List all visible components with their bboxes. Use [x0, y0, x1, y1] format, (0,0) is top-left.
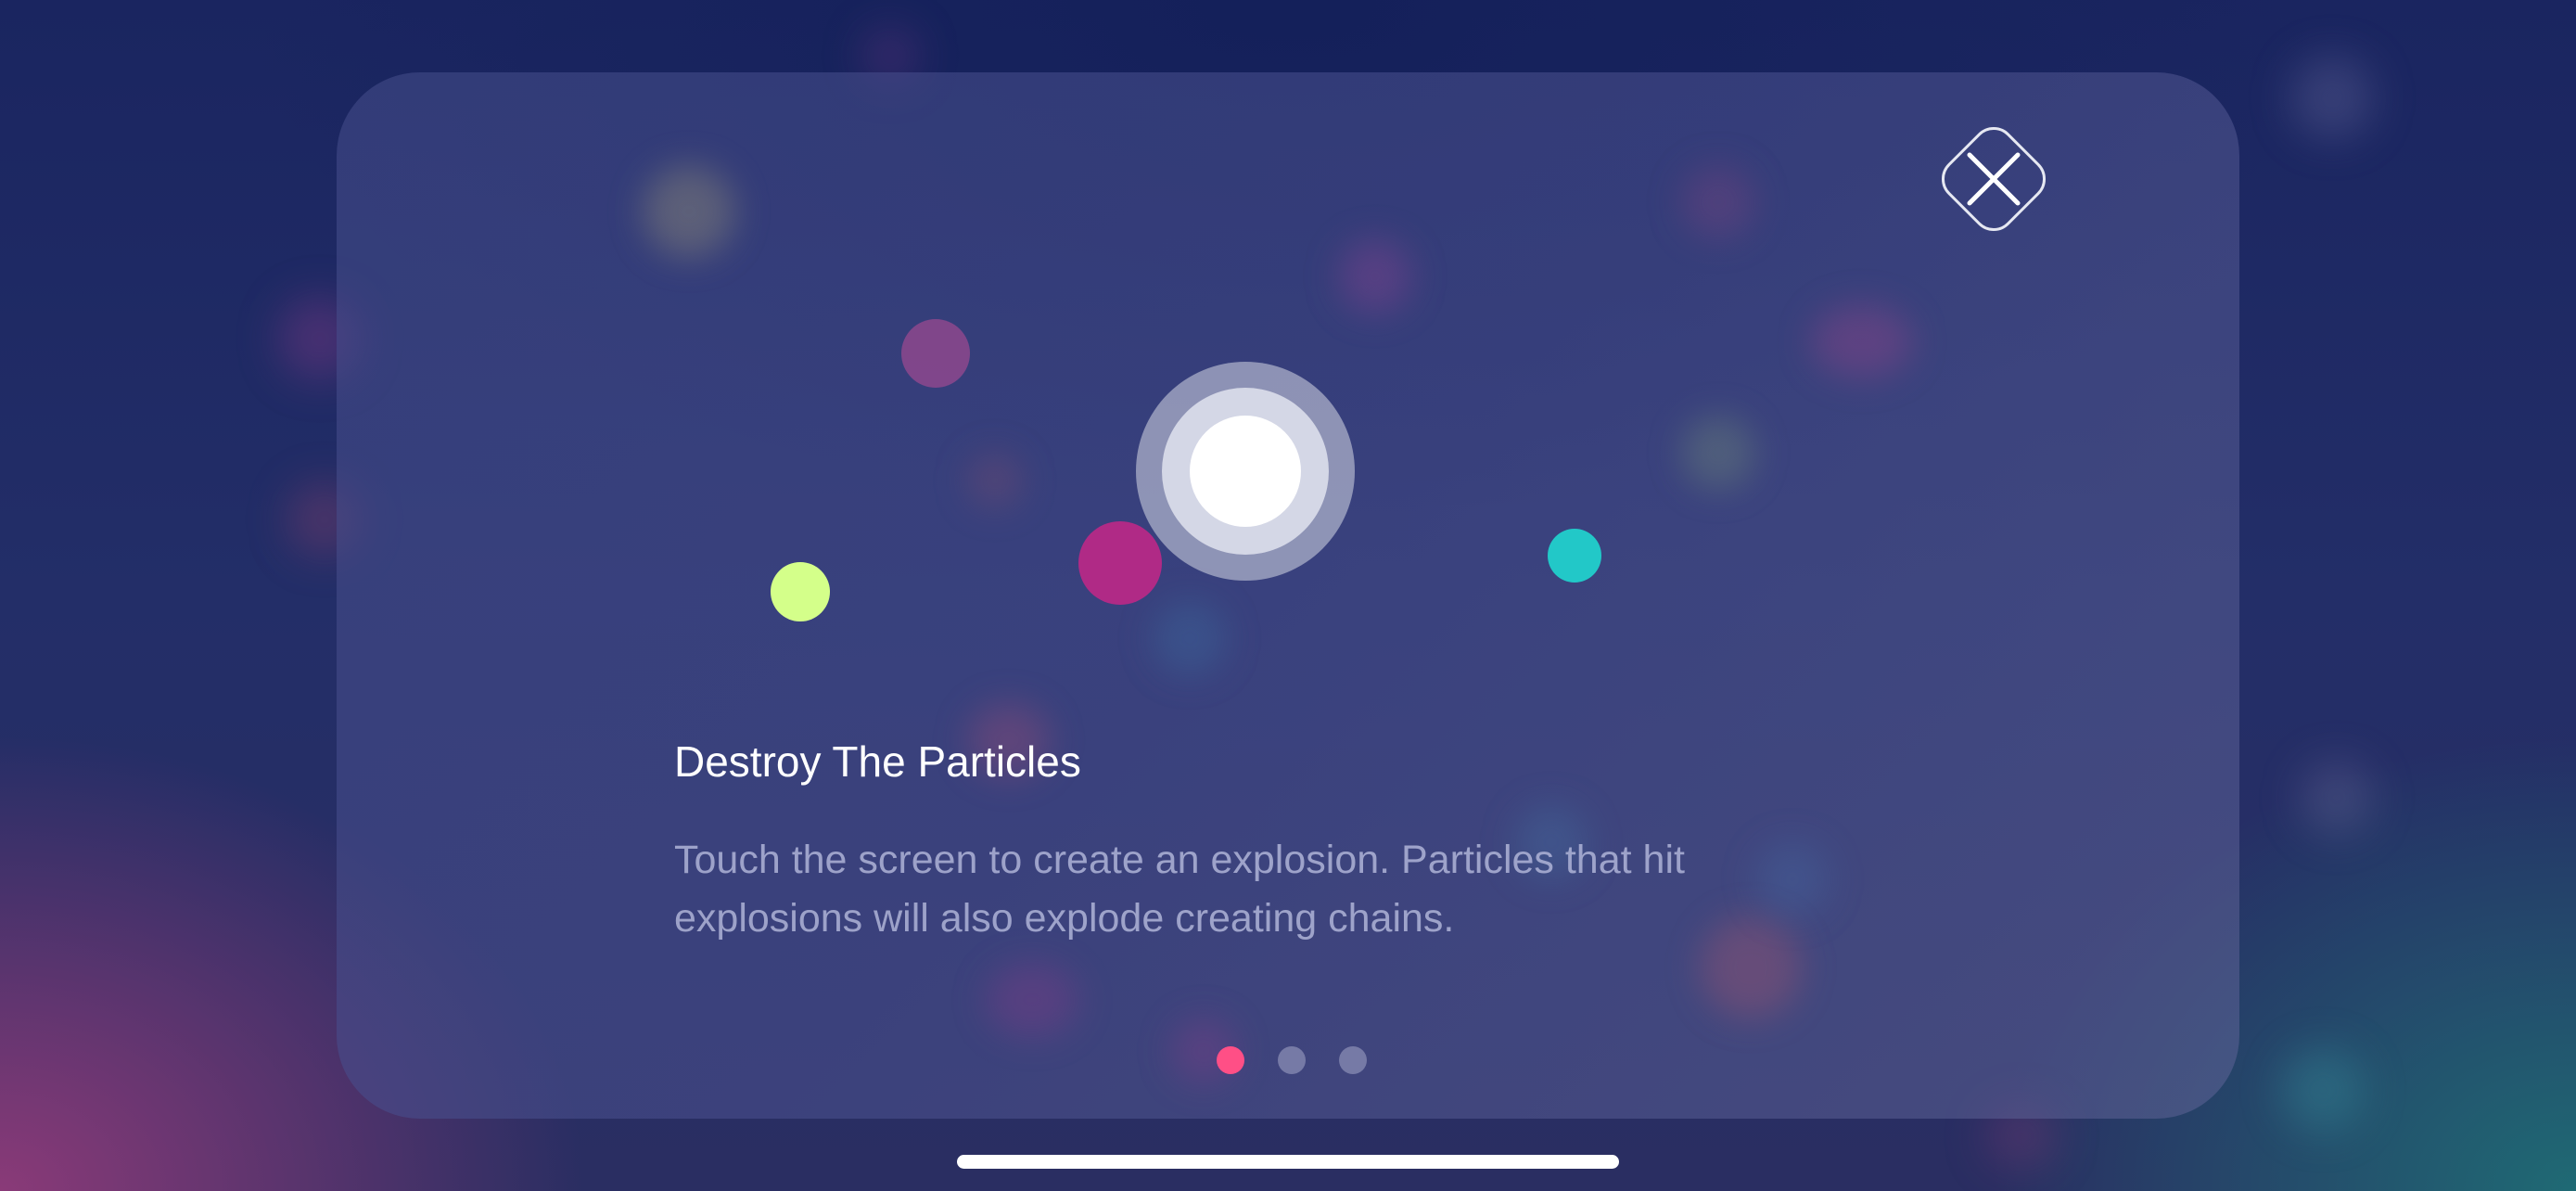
- background-bokeh: [1811, 304, 1913, 378]
- tutorial-card: Destroy The Particles Touch the screen t…: [337, 72, 2239, 1119]
- particle-magenta: [1078, 521, 1162, 605]
- background-bokeh: [986, 963, 1078, 1037]
- explosion-core: [1190, 416, 1301, 527]
- background-bokeh: [2281, 1048, 2365, 1132]
- page-indicator: [337, 1046, 2239, 1076]
- tutorial-description: Touch the screen to create an explosion.…: [674, 838, 1685, 941]
- background-bokeh: [2290, 56, 2374, 139]
- tutorial-title: Destroy The Particles: [674, 737, 1081, 786]
- background-bokeh: [643, 165, 735, 258]
- close-icon: [1941, 126, 2047, 232]
- background-bokeh: [1338, 239, 1412, 314]
- page-dot-1[interactable]: [1216, 1046, 1244, 1074]
- particle-lime: [771, 562, 830, 621]
- close-button[interactable]: [1930, 115, 2058, 243]
- background-bokeh: [1153, 601, 1227, 675]
- background-bokeh: [967, 453, 1023, 508]
- particle-cyan: [1548, 529, 1601, 583]
- background-bokeh: [1681, 416, 1755, 490]
- page-dot-3[interactable]: [1338, 1046, 1367, 1074]
- home-indicator[interactable]: [957, 1155, 1619, 1169]
- particle-purple: [901, 319, 970, 388]
- background-bokeh: [1681, 165, 1755, 239]
- page-dot-2[interactable]: [1277, 1046, 1306, 1074]
- background-bokeh: [2300, 761, 2374, 835]
